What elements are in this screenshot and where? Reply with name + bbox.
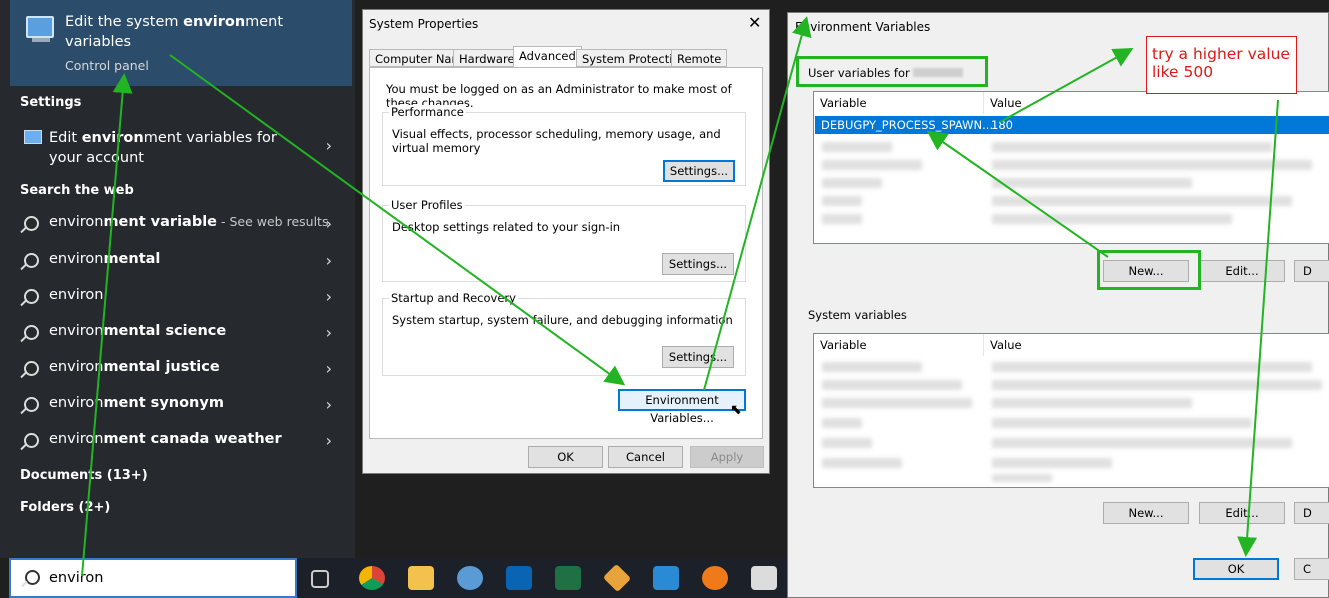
arrow-env-button-to-dialog [703,16,812,391]
arrow-note-to-ok [1237,99,1279,557]
arrow-value-to-note [999,48,1134,123]
arrow-search-to-result [81,73,133,577]
annotation-arrows [81,16,1279,577]
arrow-new-to-row [926,130,1109,258]
arrow-result-to-env-button [169,54,626,386]
